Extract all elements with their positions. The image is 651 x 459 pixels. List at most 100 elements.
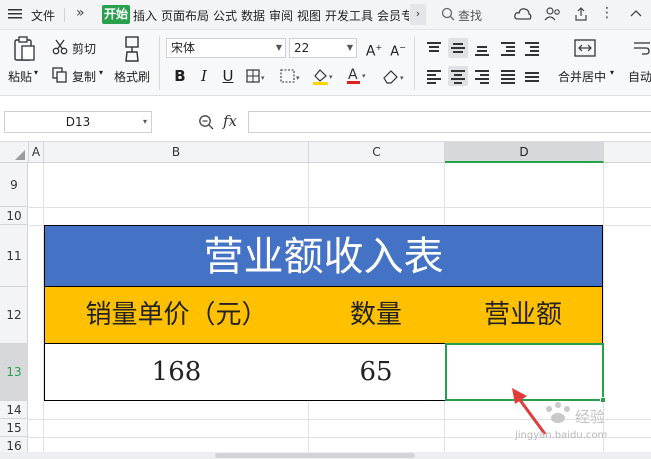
font-name-value: 宋体 (171, 41, 196, 55)
svg-text:▾: ▾ (296, 74, 300, 82)
merge-center-icon[interactable] (574, 38, 596, 61)
scissors-icon[interactable] (52, 39, 68, 58)
font-name-select[interactable]: 宋体 ▼ (166, 38, 286, 58)
column-header-d[interactable]: D (445, 142, 604, 163)
tab-developer[interactable]: 开发工具 (325, 7, 373, 24)
watermark: 经验 jingyan.baidu.com (513, 400, 643, 444)
menu-file[interactable]: 文件 (31, 7, 55, 24)
name-box[interactable]: D13 ▾ (4, 111, 152, 133)
menu-bar: 文件 » 开始 插入 页面布局 公式 数据 审阅 视图 开发工具 会员专 › 查… (0, 0, 651, 30)
row-header-13[interactable]: 13 (0, 344, 28, 401)
tab-scroll-right-button[interactable]: › (410, 4, 426, 25)
decrease-indent-icon[interactable] (498, 38, 518, 58)
clear-format-icon[interactable]: ▾ (382, 68, 408, 87)
tab-formulas[interactable]: 公式 (213, 7, 237, 24)
tab-home[interactable]: 开始 (102, 5, 130, 24)
underline-icon[interactable]: U (218, 66, 238, 86)
align-middle-icon[interactable] (448, 38, 468, 58)
header-cell-unit-price[interactable]: 销量单价（元） (44, 287, 309, 344)
ribbon-divider (159, 36, 160, 90)
header-cell-revenue[interactable]: 营业额 (444, 287, 603, 344)
data-cell-unit-price[interactable]: 168 (44, 344, 309, 401)
wrap-text-icon[interactable] (633, 40, 651, 59)
tab-member[interactable]: 会员专 (377, 7, 409, 24)
tab-data[interactable]: 数据 (241, 7, 265, 24)
merge-dropdown-icon[interactable]: ▾ (610, 68, 614, 77)
search-label[interactable]: 查找 (458, 7, 482, 24)
distributed-align-icon[interactable] (522, 66, 542, 86)
name-box-value: D13 (65, 115, 91, 129)
row-header-12[interactable]: 12 (0, 287, 28, 344)
column-header-c[interactable]: C (309, 142, 445, 163)
formula-input[interactable] (248, 111, 651, 133)
svg-text:▾: ▾ (329, 73, 333, 81)
align-right-icon[interactable] (472, 66, 492, 86)
increase-font-icon[interactable]: A+ (364, 38, 384, 60)
merge-center-button[interactable]: 合并居中 (558, 68, 606, 85)
format-painter-button[interactable]: 格式刷 (114, 68, 150, 85)
column-header-a[interactable]: A (29, 142, 44, 163)
merge-cells-icon[interactable]: ▾ (280, 69, 304, 86)
column-header-b[interactable]: B (44, 142, 309, 163)
tab-page-layout[interactable]: 页面布局 (161, 7, 209, 24)
copy-dropdown-icon[interactable]: ▾ (99, 68, 103, 77)
row-header-14[interactable]: 14 (0, 401, 28, 419)
data-cell-quantity[interactable]: 65 (308, 344, 445, 401)
chevron-down-icon: ▼ (275, 43, 282, 52)
collapse-ribbon-icon[interactable] (630, 8, 642, 22)
paste-dropdown-icon[interactable]: ▾ (34, 68, 38, 77)
font-size-value: 22 (294, 41, 310, 55)
column-headers: A B C D (0, 142, 651, 163)
menu-icon[interactable] (8, 8, 22, 20)
select-all-corner[interactable] (0, 142, 29, 163)
row-headers: 9 10 11 12 13 14 15 16 (0, 163, 28, 459)
ribbon-toolbar: 粘贴 ▾ 剪切 复制 ▾ 格式刷 宋体 ▼ 22 ▼ A+ A− B I U ▾… (0, 30, 651, 96)
more-icon[interactable]: ⋮ (600, 5, 614, 21)
cloud-sync-icon[interactable] (514, 6, 532, 25)
horizontal-scrollbar[interactable] (0, 452, 651, 459)
search-icon[interactable] (441, 7, 455, 24)
tab-insert[interactable]: 插入 (133, 7, 157, 24)
fill-color-icon[interactable]: ▾ (312, 67, 336, 88)
svg-text:经验: 经验 (575, 408, 605, 426)
tab-review[interactable]: 审阅 (269, 7, 293, 24)
copy-button[interactable]: 复制 (72, 68, 96, 85)
row-header-15[interactable]: 15 (0, 419, 28, 437)
table-title-cell[interactable]: 营业额收入表 (44, 225, 603, 287)
paste-button-label[interactable]: 粘贴 (8, 68, 32, 85)
border-icon[interactable]: ▾ (246, 69, 268, 86)
tab-view[interactable]: 视图 (297, 7, 321, 24)
people-icon[interactable] (544, 6, 562, 25)
align-top-icon[interactable] (424, 38, 444, 58)
fx-icon[interactable]: fx (223, 112, 237, 130)
align-center-icon[interactable] (448, 66, 468, 86)
bold-icon[interactable]: B (170, 66, 190, 86)
align-left-icon[interactable] (424, 66, 444, 86)
share-icon[interactable] (573, 6, 589, 25)
double-chevron-icon[interactable]: » (76, 5, 85, 21)
row-header-10[interactable]: 10 (0, 207, 28, 225)
justify-icon[interactable] (498, 66, 518, 86)
formula-bar: D13 ▾ fx (0, 96, 651, 142)
menu-separator (64, 8, 65, 22)
align-bottom-icon[interactable] (472, 38, 492, 58)
chevron-down-icon: ▼ (346, 43, 353, 52)
scrollbar-thumb[interactable] (215, 453, 415, 458)
header-cell-quantity[interactable]: 数量 (308, 287, 445, 344)
paste-icon[interactable] (12, 36, 36, 65)
font-size-select[interactable]: 22 ▼ (289, 38, 357, 58)
zoom-icon[interactable] (198, 114, 214, 133)
svg-text:▾: ▾ (400, 74, 404, 82)
row-header-11[interactable]: 11 (0, 225, 28, 287)
font-color-icon[interactable]: A ▾ (346, 66, 370, 88)
decrease-font-icon[interactable]: A− (388, 38, 408, 59)
increase-indent-icon[interactable] (522, 38, 542, 58)
copy-icon[interactable] (52, 67, 68, 86)
cut-button[interactable]: 剪切 (72, 40, 96, 57)
italic-icon[interactable]: I (194, 66, 214, 86)
watermark-text: jingyan.baidu.com (515, 430, 608, 441)
row-header-9[interactable]: 9 (0, 163, 28, 207)
svg-text:▾: ▾ (362, 72, 366, 80)
auto-wrap-button[interactable]: 自动 (628, 68, 651, 85)
format-painter-icon[interactable] (122, 36, 142, 65)
